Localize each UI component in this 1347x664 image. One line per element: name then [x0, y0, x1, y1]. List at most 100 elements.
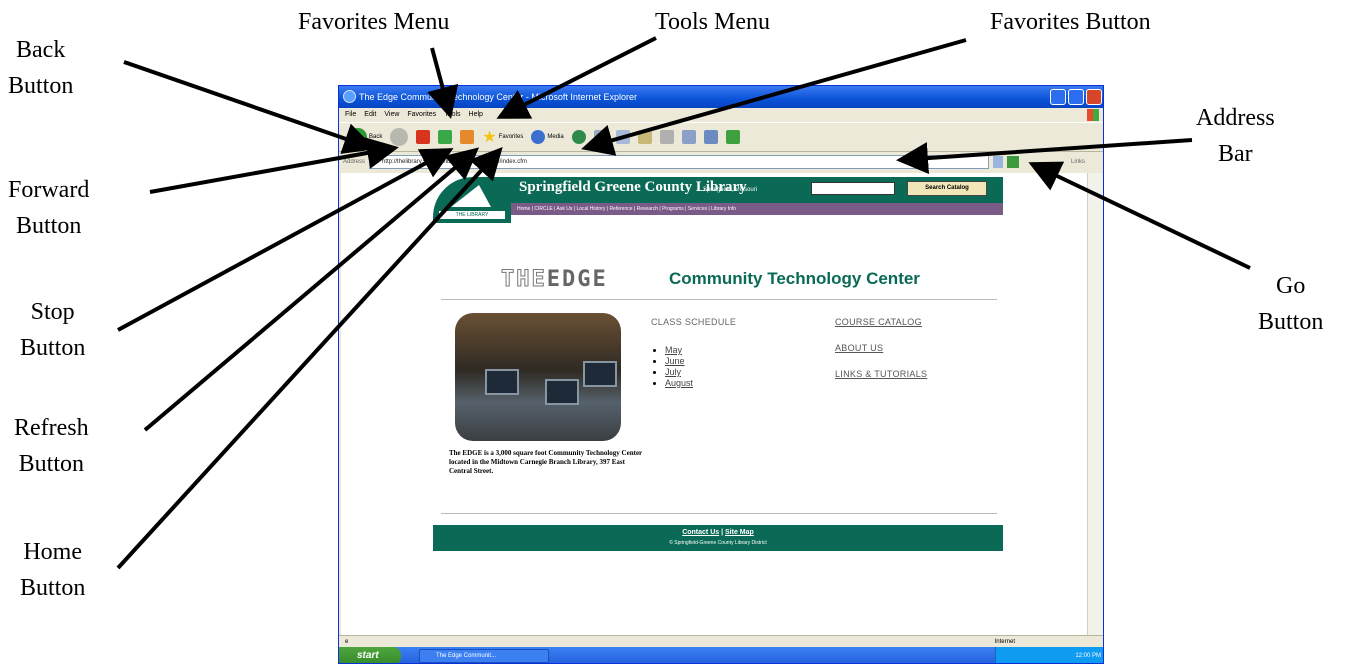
close-button[interactable] [1086, 89, 1102, 105]
monitor-shape [545, 379, 579, 405]
callout-address-bar: Address Bar [1196, 100, 1275, 172]
edge-logo-the: THE [501, 267, 547, 293]
footer-links: Contact Us | Site Map [682, 529, 754, 536]
browser-window: The Edge Community Technology Center - M… [338, 85, 1104, 664]
list-item: May [665, 345, 693, 356]
list-item: August [665, 378, 693, 389]
stop-button[interactable] [416, 130, 431, 144]
callout-text: Refresh [14, 415, 89, 441]
catalog-search-input[interactable] [811, 182, 895, 195]
windows-flag-icon [1087, 109, 1099, 121]
edge-logo: THEEDGE [501, 267, 608, 293]
ie-icon [343, 90, 356, 103]
print-icon[interactable] [659, 130, 674, 144]
right-links: COURSE CATALOG ABOUT US LINKS & TUTORIAL… [835, 317, 927, 379]
edge-title: THEEDGE Community Technology Center [501, 261, 961, 301]
class-schedule-heading: CLASS SCHEDULE [651, 317, 737, 327]
callout-text: Button [15, 213, 82, 239]
favorites-label: Favorites [498, 134, 524, 140]
library-banner: Springfield Greene County Library Spring… [511, 177, 1003, 203]
menu-view[interactable]: View [384, 108, 399, 122]
menu-favorites[interactable]: Favorites [407, 108, 436, 122]
links-label[interactable]: Links [1071, 159, 1085, 165]
contact-us-link[interactable]: Contact Us [682, 529, 719, 536]
footer-copyright[interactable]: © Springfield-Greene County Library Dist… [433, 539, 1003, 547]
paste-icon[interactable] [637, 130, 652, 144]
monitor-shape [485, 369, 519, 395]
month-link-may[interactable]: May [665, 345, 682, 355]
page-viewport: THE LIBRARY Springfield Greene County Li… [341, 173, 1087, 635]
search-catalog-button[interactable]: Search Catalog [907, 181, 987, 196]
course-catalog-link[interactable]: COURSE CATALOG [835, 317, 927, 327]
menu-tools[interactable]: Tools [444, 108, 460, 122]
callout-text: Forward [8, 177, 90, 203]
history-icon[interactable] [571, 130, 586, 144]
taskbar: start The Edge Communit... 12:00 PM [339, 647, 1103, 663]
callout-favorites-menu: Favorites Menu [298, 9, 450, 35]
minimize-button[interactable] [1050, 89, 1066, 105]
go-button[interactable] [1007, 156, 1020, 168]
taskbar-item[interactable]: The Edge Communit... [419, 649, 549, 663]
menu-file[interactable]: File [345, 108, 356, 122]
callout-stop-button: Stop Button [20, 294, 85, 366]
callout-back-button: Back Button [8, 32, 73, 104]
lab-photo [455, 313, 621, 441]
menu-edit[interactable]: Edit [364, 108, 376, 122]
month-link-august[interactable]: August [665, 378, 693, 388]
back-arrow-icon [349, 128, 367, 146]
favorites-button[interactable]: ★ Favorites [482, 127, 523, 147]
clock: 12:00 PM [1075, 653, 1101, 659]
media-button[interactable]: Media [531, 130, 564, 144]
callout-text: Button [18, 451, 84, 477]
system-tray: 12:00 PM [995, 647, 1103, 663]
callout-home-button: Home Button [20, 534, 85, 606]
callout-text: Button [20, 575, 86, 601]
maximize-button[interactable] [1068, 89, 1084, 105]
callout-refresh-button: Refresh Button [14, 410, 89, 482]
mail-icon[interactable] [681, 130, 696, 144]
address-label: Address [343, 159, 366, 165]
callout-text: Go [1276, 273, 1306, 299]
window-title: The Edge Community Technology Center - M… [359, 92, 637, 102]
vertical-scrollbar[interactable] [1087, 173, 1103, 635]
callout-forward-button: Forward Button [8, 172, 89, 244]
links-tutorials-link[interactable]: LINKS & TUTORIALS [835, 369, 927, 379]
site-map-link[interactable]: Site Map [725, 529, 754, 536]
page-icon: e [345, 639, 349, 645]
copy-icon[interactable] [615, 130, 630, 144]
menu-help[interactable]: Help [469, 108, 483, 122]
callout-favorites-button: Favorites Button [990, 9, 1151, 35]
library-nav[interactable]: Home | CIRCLE | Ask Us | Local History |… [511, 203, 1003, 215]
edge-description: The EDGE is a 3,000 square foot Communit… [449, 449, 643, 475]
callout-text: Bar [1218, 141, 1253, 167]
media-label: Media [547, 134, 564, 140]
forward-button[interactable] [390, 128, 409, 146]
library-header: THE LIBRARY Springfield Greene County Li… [433, 177, 1003, 223]
about-us-link[interactable]: ABOUT US [835, 343, 927, 353]
cut-icon[interactable] [593, 130, 608, 144]
callout-tools-menu: Tools Menu [655, 9, 770, 35]
library-logo[interactable]: THE LIBRARY [433, 177, 511, 223]
start-button[interactable]: start [339, 647, 401, 663]
messenger-icon[interactable] [725, 130, 740, 144]
library-roof-icon [451, 185, 491, 207]
edge-logo-edge: EDGE [546, 267, 608, 292]
monitor-shape [583, 361, 617, 387]
month-link-july[interactable]: July [665, 367, 681, 377]
home-button[interactable] [460, 130, 475, 144]
month-list: May June July August [661, 345, 693, 389]
address-dropdown-icon[interactable] [993, 156, 1004, 168]
list-item: July [665, 367, 693, 378]
address-input[interactable]: http://thelibrary.springfield.missouri.o… [369, 155, 990, 169]
refresh-button[interactable] [438, 130, 453, 144]
window-controls [1050, 89, 1102, 105]
back-button[interactable]: Back [349, 128, 382, 146]
callout-text: Address [1196, 105, 1275, 131]
callout-text: Button [20, 335, 86, 361]
list-item: June [665, 356, 693, 367]
toolbar: Back ★ Favorites Media [339, 122, 1103, 152]
month-link-june[interactable]: June [665, 356, 685, 366]
status-bar: e Internet [339, 635, 1103, 647]
divider [441, 299, 997, 300]
edit-icon[interactable] [703, 130, 718, 144]
